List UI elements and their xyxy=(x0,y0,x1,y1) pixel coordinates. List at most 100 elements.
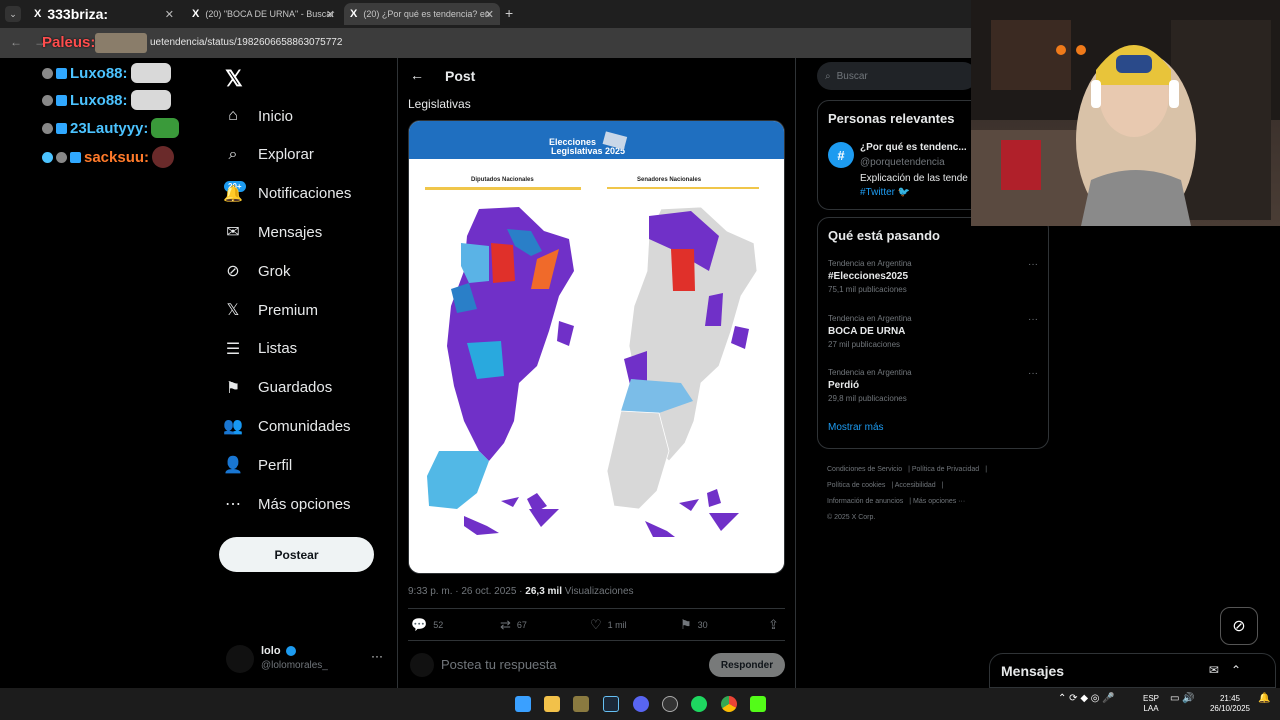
account-switcher[interactable]: lolo @lolomorales_ ··· xyxy=(226,643,396,675)
reply-action[interactable]: 💬 52 xyxy=(411,617,443,633)
chat-username: Luxo88: xyxy=(70,91,128,109)
windows-start-icon[interactable] xyxy=(515,696,531,712)
chat-username: 23Lautyyy: xyxy=(70,119,149,137)
emote-icon xyxy=(151,118,180,138)
sidebar-item-comunidades[interactable]: 👥 Comunidades xyxy=(222,411,351,441)
messages-drawer[interactable]: Mensajes ✉ ⌃ xyxy=(989,653,1276,688)
search-input[interactable]: ⌕ Buscar xyxy=(817,62,977,90)
share-action[interactable]: ⇪ xyxy=(768,617,779,633)
sidebar-item-más-opciones[interactable]: ⋯ Más opciones xyxy=(222,489,351,519)
post-text: Legislativas xyxy=(408,97,471,111)
search-placeholder: Buscar xyxy=(836,70,868,82)
file-explorer-icon[interactable] xyxy=(544,696,560,712)
image-title-2: Legislativas 2025 xyxy=(551,146,625,156)
footer-link[interactable]: Accesibilidad xyxy=(895,482,936,489)
footer-link[interactable]: Política de cookies xyxy=(827,482,885,489)
language-indicator[interactable]: ESP LAA xyxy=(1143,694,1159,714)
grok-icon: ⊘ xyxy=(226,263,240,281)
trend-context: Tendencia en Argentina xyxy=(828,314,912,323)
trend-item[interactable]: Tendencia en Argentina BOCA DE URNA 27 m… xyxy=(828,314,1038,360)
like-action[interactable]: ♡ 1 mil xyxy=(590,617,627,633)
x-home-logo[interactable]: 𝕏 xyxy=(225,66,243,92)
footer-link[interactable]: Política de Privacidad xyxy=(912,466,979,473)
tab-search-button[interactable]: ⌄ xyxy=(5,6,21,22)
bell-icon: 🔔 xyxy=(223,185,243,203)
sidebar-item-premium[interactable]: 𝕏 Premium xyxy=(222,295,318,325)
footer-link[interactable]: Información de anuncios xyxy=(827,498,903,505)
more-dots-icon[interactable]: ··· xyxy=(1028,259,1038,270)
reply-button[interactable]: Responder xyxy=(709,653,785,677)
sidebar-item-notificaciones[interactable]: 🔔 Notificaciones xyxy=(222,179,351,209)
sidebar-item-mensajes[interactable]: ✉ Mensajes xyxy=(222,217,322,247)
expand-icon[interactable]: ⌃ xyxy=(1231,663,1241,677)
footer-link[interactable]: Más opciones ··· xyxy=(913,498,965,505)
bookmark-icon: ⚑ xyxy=(225,379,241,397)
sidebar-item-listas[interactable]: ☰ Listas xyxy=(222,334,297,364)
hashtag-avatar-icon[interactable]: # xyxy=(828,142,854,168)
badge-icon xyxy=(70,151,81,163)
new-message-icon[interactable]: ✉ xyxy=(1209,663,1219,677)
post-button[interactable]: Postear xyxy=(219,537,374,572)
chat-line: Paleus: xyxy=(42,31,95,53)
obs-icon[interactable] xyxy=(662,696,678,712)
sidebar-item-grok[interactable]: ⊘ Grok xyxy=(222,256,290,286)
panel-title: Personas relevantes xyxy=(828,111,955,126)
system-tray-icons[interactable]: ⌃ ⟳ ◆ ◎ 🎤 xyxy=(1058,694,1115,704)
repost-action[interactable]: ⇄ 67 xyxy=(500,617,527,633)
more-dots-icon[interactable]: ··· xyxy=(371,649,383,663)
show-more-link[interactable]: Mostrar más xyxy=(828,422,884,433)
steam-icon[interactable] xyxy=(603,696,619,712)
sidebar-item-label: Inicio xyxy=(258,107,294,125)
sidebar-item-label: Comunidades xyxy=(258,417,351,435)
badge-icon xyxy=(42,94,53,106)
avatar xyxy=(226,645,254,673)
kick-icon[interactable] xyxy=(750,696,766,712)
province-shape xyxy=(491,243,515,283)
webcam-scene xyxy=(971,0,1280,226)
discord-icon[interactable] xyxy=(633,696,649,712)
url-field[interactable]: uetendencia/status/1982606658863075772 xyxy=(150,37,342,48)
more-dots-icon[interactable]: ··· xyxy=(1028,314,1038,325)
close-icon[interactable]: ✕ xyxy=(165,8,174,21)
footer-link[interactable]: Condiciones de Servicio xyxy=(827,466,902,473)
network-volume-icons[interactable]: ▭ 🔊 xyxy=(1170,694,1195,704)
sidebar-item-label: Mensajes xyxy=(258,223,323,241)
sidebar-item-inicio[interactable]: ⌂ Inicio xyxy=(222,101,293,131)
browser-tab-active[interactable]: X (20) ¿Por qué es tendencia? en ✕ xyxy=(344,3,500,25)
sidebar-item-label: Explorar xyxy=(258,146,314,164)
bookmark-action[interactable]: ⚑ 30 xyxy=(680,617,708,633)
province-shape xyxy=(671,249,695,291)
avatar xyxy=(410,653,434,677)
spotify-icon[interactable] xyxy=(691,696,707,712)
back-arrow-icon[interactable]: ← xyxy=(410,67,424,83)
chrome-icon[interactable] xyxy=(721,696,737,712)
browser-tab[interactable]: X 333briza: ✕ xyxy=(28,3,180,25)
sidebar-item-explorar[interactable]: ⌕ Explorar xyxy=(222,140,314,170)
notification-icon[interactable]: 🔔 xyxy=(1258,694,1270,704)
new-tab-button[interactable]: + xyxy=(505,5,513,21)
grok-floating-button[interactable]: ⊘ xyxy=(1220,607,1258,645)
sidebar-item-guardados[interactable]: ⚑ Guardados xyxy=(222,373,332,403)
close-icon[interactable]: ✕ xyxy=(326,8,335,21)
trend-item[interactable]: Tendencia en Argentina #Elecciones2025 7… xyxy=(828,259,1038,305)
copyright: © 2025 X Corp. xyxy=(827,514,876,521)
like-count: 1 mil xyxy=(607,620,627,630)
post-timestamp: 9:33 p. m. · 26 oct. 2025 · xyxy=(408,586,523,597)
emote-icon xyxy=(130,90,171,110)
election-map-graphic: Elecciones Legislativas 2025 Diputados N… xyxy=(409,121,784,573)
more-dots-icon[interactable]: ··· xyxy=(1028,368,1038,379)
reply-input[interactable]: Postea tu respuesta xyxy=(441,657,557,672)
trend-item[interactable]: Tendencia en Argentina Perdió 29,8 mil p… xyxy=(828,368,1038,414)
trend-context: Tendencia en Argentina xyxy=(828,259,912,268)
close-icon[interactable]: ✕ xyxy=(485,8,494,21)
back-icon[interactable]: ← xyxy=(10,35,22,49)
browser-tab[interactable]: X (20) "BOCA DE URNA" - Buscar ✕ xyxy=(186,3,341,25)
person-icon: 👤 xyxy=(223,457,243,475)
relevant-account-name[interactable]: ¿Por qué es tendenc... xyxy=(860,142,967,153)
reply-composer: Postea tu respuesta Responder xyxy=(408,649,785,681)
relevant-account-hashtag[interactable]: #Twitter 🐦 xyxy=(860,187,910,198)
clock[interactable]: 21:45 26/10/2025 xyxy=(1205,694,1255,714)
post-image[interactable]: Elecciones Legislativas 2025 Diputados N… xyxy=(408,120,785,574)
sidebar-item-perfil[interactable]: 👤 Perfil xyxy=(222,450,292,480)
app-icon[interactable] xyxy=(573,696,589,712)
